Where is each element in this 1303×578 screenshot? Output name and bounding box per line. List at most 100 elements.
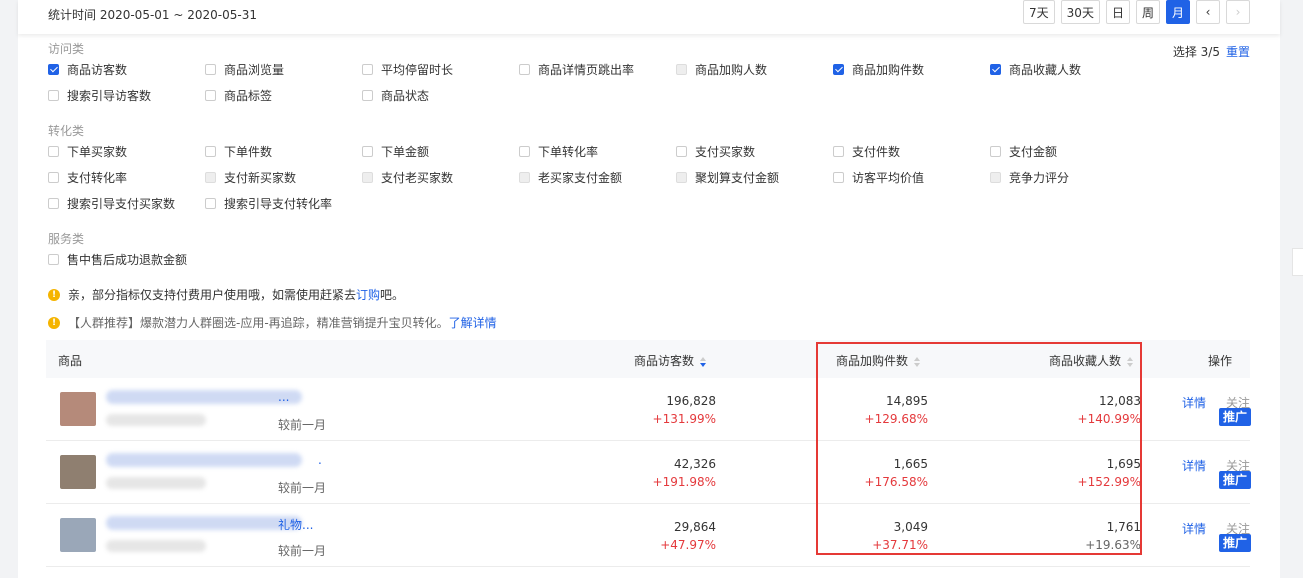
metric-option[interactable]: 售中售后成功退款金额: [48, 251, 187, 268]
metric-option[interactable]: 老买家支付金额: [519, 169, 622, 186]
checkbox[interactable]: [205, 146, 216, 157]
metric-option[interactable]: 商品状态: [362, 87, 429, 104]
metric-label: 商品状态: [381, 89, 430, 103]
fav-change: +152.99%: [1077, 475, 1141, 489]
checkbox[interactable]: [205, 64, 216, 75]
table-row: ... 较前一月 196,828 +131.99% 14,895 +129.68% 12,0…: [46, 378, 1251, 441]
period-week-button[interactable]: 周: [1135, 0, 1160, 24]
checkbox[interactable]: [519, 64, 530, 75]
metric-option[interactable]: 支付老买家数: [362, 169, 453, 186]
metric-label: 平均停留时长: [381, 63, 454, 77]
metric-option[interactable]: 下单转化率: [519, 143, 598, 160]
metric-option[interactable]: 商品加购件数: [833, 61, 924, 78]
metric-option[interactable]: 支付金额: [990, 143, 1057, 160]
subscribe-link[interactable]: 订购: [356, 286, 380, 303]
sort-icon[interactable]: [914, 356, 921, 367]
metric-option[interactable]: 竞争力评分: [990, 169, 1069, 186]
sort-icon[interactable]: [1127, 356, 1134, 367]
checkbox[interactable]: [205, 90, 216, 101]
metric-label: 商品浏览量: [224, 63, 285, 77]
metric-option[interactable]: 下单买家数: [48, 143, 127, 160]
period-7d-button[interactable]: 7天: [1023, 0, 1055, 24]
checkbox[interactable]: [48, 254, 59, 265]
period-30d-button[interactable]: 30天: [1060, 0, 1100, 24]
checkbox[interactable]: [990, 64, 1001, 75]
compare-label: 较前一月: [278, 418, 327, 432]
detail-link[interactable]: 详情: [1182, 457, 1206, 474]
checkbox[interactable]: [205, 172, 216, 183]
checkbox[interactable]: [990, 146, 1001, 157]
metric-label: 下单买家数: [67, 145, 128, 159]
product-title[interactable]: ...: [278, 390, 289, 404]
metric-label: 商品收藏人数: [1009, 63, 1082, 77]
metric-option[interactable]: 商品详情页跳出率: [519, 61, 634, 78]
checkbox[interactable]: [48, 172, 59, 183]
metric-option[interactable]: 支付件数: [833, 143, 900, 160]
metric-option[interactable]: 商品浏览量: [205, 61, 284, 78]
checkbox[interactable]: [48, 146, 59, 157]
metric-option[interactable]: 搜索引导支付买家数: [48, 195, 175, 212]
checkbox[interactable]: [676, 172, 687, 183]
product-thumbnail[interactable]: [60, 392, 96, 426]
period-month-button[interactable]: 月: [1165, 0, 1190, 24]
side-tab[interactable]: [1292, 248, 1303, 276]
checkbox[interactable]: [519, 172, 530, 183]
product-title[interactable]: 礼物...: [278, 516, 313, 533]
product-title-blurred[interactable]: [106, 390, 302, 404]
detail-link[interactable]: 详情: [1182, 520, 1206, 537]
metric-option[interactable]: 商品标签: [205, 87, 272, 104]
metric-option[interactable]: 下单件数: [205, 143, 272, 160]
checkbox[interactable]: [833, 172, 844, 183]
main-panel: 统计时间 2020-05-01 ~ 2020-05-31 7天 30天 日 周 …: [18, 0, 1280, 578]
metric-option[interactable]: 平均停留时长: [362, 61, 453, 78]
header-visitors-label: 商品访客数: [634, 354, 695, 368]
metric-option[interactable]: 支付买家数: [676, 143, 755, 160]
paid-notice: ! 亲，部分指标仅支持付费用户使用哦，如需使用赶紧去 订购 吧。: [48, 286, 404, 303]
checkbox[interactable]: [205, 198, 216, 209]
sort-desc-icon[interactable]: [700, 356, 707, 367]
header-favorites[interactable]: 商品收藏人数: [1049, 352, 1134, 369]
checkbox[interactable]: [48, 90, 59, 101]
metric-option[interactable]: 下单金额: [362, 143, 429, 160]
next-period-button[interactable]: ›: [1226, 0, 1250, 24]
checkbox[interactable]: [48, 64, 59, 75]
product-title[interactable]: .: [318, 453, 322, 467]
checkbox[interactable]: [362, 146, 373, 157]
metric-option[interactable]: 支付新买家数: [205, 169, 296, 186]
promote-button[interactable]: 推广: [1219, 408, 1251, 426]
checkbox[interactable]: [362, 64, 373, 75]
metric-option[interactable]: 访客平均价值: [833, 169, 924, 186]
checkbox[interactable]: [833, 64, 844, 75]
reset-link[interactable]: 重置: [1226, 45, 1250, 59]
metric-option[interactable]: 商品加购人数: [676, 61, 767, 78]
checkbox[interactable]: [48, 198, 59, 209]
detail-link[interactable]: 详情: [1182, 394, 1206, 411]
metric-label: 售中售后成功退款金额: [67, 253, 188, 267]
promote-button[interactable]: 推广: [1219, 534, 1251, 552]
metric-option[interactable]: 搜索引导访客数: [48, 87, 151, 104]
metric-option[interactable]: 支付转化率: [48, 169, 127, 186]
metric-option[interactable]: 聚划算支付金额: [676, 169, 779, 186]
metric-option[interactable]: 商品收藏人数: [990, 61, 1081, 78]
metric-option[interactable]: 搜索引导支付转化率: [205, 195, 332, 212]
checkbox[interactable]: [990, 172, 1001, 183]
checkbox[interactable]: [833, 146, 844, 157]
product-title-blurred[interactable]: [106, 453, 302, 467]
product-thumbnail[interactable]: [60, 455, 96, 489]
product-thumbnail[interactable]: [60, 518, 96, 552]
checkbox[interactable]: [676, 64, 687, 75]
prev-period-button[interactable]: ‹: [1196, 0, 1220, 24]
checkbox[interactable]: [676, 146, 687, 157]
group-title-visit: 访问类: [48, 42, 85, 56]
checkbox[interactable]: [362, 90, 373, 101]
header-cart-items[interactable]: 商品加购件数: [836, 352, 921, 369]
period-day-button[interactable]: 日: [1105, 0, 1130, 24]
promote-button[interactable]: 推广: [1219, 471, 1251, 489]
learn-more-link[interactable]: 了解详情: [449, 314, 497, 331]
checkbox[interactable]: [362, 172, 373, 183]
top-bar: 统计时间 2020-05-01 ~ 2020-05-31 7天 30天 日 周 …: [18, 0, 1280, 34]
product-title-blurred[interactable]: [106, 516, 302, 530]
metric-option[interactable]: 商品访客数: [48, 61, 127, 78]
header-visitors[interactable]: 商品访客数: [634, 352, 707, 369]
checkbox[interactable]: [519, 146, 530, 157]
